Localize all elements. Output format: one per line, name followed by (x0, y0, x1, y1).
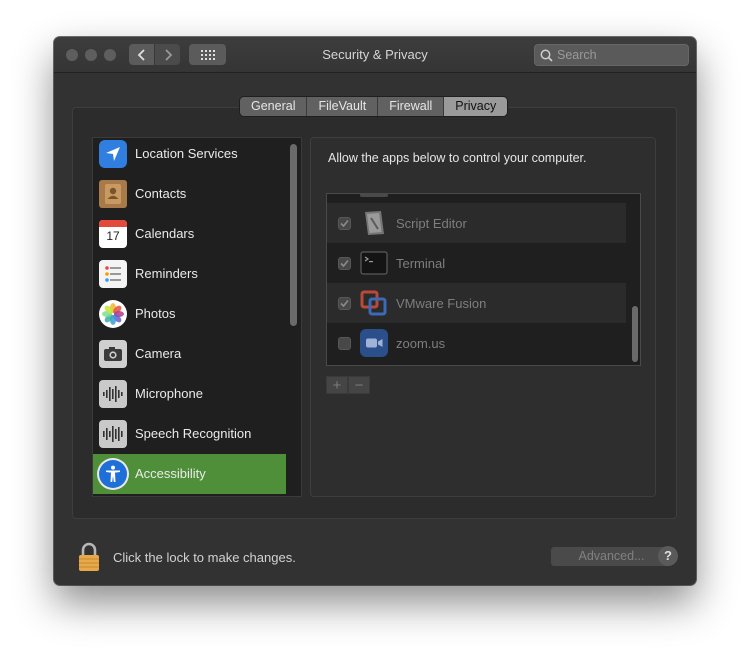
add-app-button[interactable]: + (326, 376, 348, 394)
app-name: Terminal (396, 256, 446, 271)
reminders-list-icon (99, 260, 127, 288)
accessibility-icon (99, 460, 127, 488)
tab-bar: General FileVault Firewall Privacy (240, 97, 508, 116)
zoom-camera-icon (360, 329, 388, 357)
sidebar-item-microphone[interactable]: Microphone (93, 374, 286, 414)
help-button[interactable]: ? (658, 546, 678, 566)
tab-filevault[interactable]: FileVault (307, 97, 379, 116)
script-editor-icon (360, 209, 388, 237)
app-checkbox[interactable] (338, 337, 351, 350)
sidebar-item-label: Contacts (135, 186, 187, 201)
sidebar-item-speech-recognition[interactable]: Speech Recognition (93, 414, 286, 454)
terminal-icon (360, 249, 388, 277)
system-preferences-window: Security & Privacy General FileVault Fir… (54, 37, 696, 585)
sidebar-item-label: Microphone (135, 386, 203, 401)
app-name: zoom.us (396, 336, 446, 351)
calendar-icon: 17 (99, 220, 127, 248)
vmware-fusion-icon (360, 289, 388, 317)
camera-icon (99, 340, 127, 368)
search-input[interactable] (557, 47, 682, 63)
lock-message: Click the lock to make changes. (113, 550, 296, 565)
sidebar-item-label: Camera (135, 346, 182, 361)
sidebar-item-location-services[interactable]: Location Services (93, 138, 286, 174)
sidebar-item-photos[interactable]: Photos (93, 294, 286, 334)
photos-flower-icon (99, 300, 127, 328)
remove-app-button[interactable]: − (348, 376, 370, 394)
app-list[interactable]: Script Editor Terminal VMware Fusion zoo… (326, 193, 641, 366)
lock-icon[interactable] (77, 542, 101, 572)
list-item[interactable]: zoom.us (327, 323, 626, 363)
sidebar-item-contacts[interactable]: Contacts (93, 174, 286, 214)
location-arrow-icon (99, 140, 127, 168)
sidebar-item-label: Calendars (135, 226, 195, 241)
speech-waveform-icon (99, 420, 127, 448)
app-checkbox[interactable] (338, 257, 351, 270)
checkmark-icon (340, 259, 349, 268)
checkmark-icon (340, 219, 349, 228)
sidebar-item-label: Location Services (135, 146, 238, 161)
sidebar-item-reminders[interactable]: Reminders (93, 254, 286, 294)
panel-description: Allow the apps below to control your com… (328, 151, 587, 165)
app-name: VMware Fusion (396, 296, 487, 311)
microphone-waveform-icon (99, 380, 127, 408)
title-bar: Security & Privacy (54, 37, 696, 73)
sidebar-item-label: Photos (135, 306, 176, 321)
tab-privacy[interactable]: Privacy (444, 97, 508, 116)
sidebar-item-camera[interactable]: Camera (93, 334, 286, 374)
list-item (327, 194, 626, 203)
sidebar-item-label: Reminders (135, 266, 198, 281)
app-checkbox[interactable] (338, 297, 351, 310)
app-name: Script Editor (396, 216, 467, 231)
app-icon-partial (360, 194, 388, 197)
advanced-button[interactable]: Advanced... (551, 547, 672, 566)
sidebar-item-accessibility[interactable]: Accessibility (93, 454, 286, 494)
search-field[interactable] (534, 44, 689, 66)
checkmark-icon (340, 299, 349, 308)
app-checkbox[interactable] (338, 217, 351, 230)
app-list-scrollbar[interactable] (632, 306, 638, 362)
sidebar-item-label: Speech Recognition (135, 426, 252, 441)
tab-general[interactable]: General (240, 97, 308, 116)
sidebar-item-label: Accessibility (135, 466, 206, 481)
list-item[interactable]: Script Editor (327, 203, 626, 243)
accessibility-panel: Allow the apps below to control your com… (310, 137, 656, 497)
contacts-book-icon (99, 180, 127, 208)
sidebar-item-calendars[interactable]: 17 Calendars (93, 214, 286, 254)
add-remove-controls: + − (326, 376, 370, 394)
list-item[interactable]: Terminal (327, 243, 626, 283)
sidebar-scrollbar[interactable] (290, 144, 297, 326)
tab-firewall[interactable]: Firewall (378, 97, 445, 116)
list-item[interactable]: VMware Fusion (327, 283, 626, 323)
search-icon (540, 49, 553, 62)
privacy-category-list[interactable]: Location Services Contacts 17 Calendars (92, 137, 302, 497)
